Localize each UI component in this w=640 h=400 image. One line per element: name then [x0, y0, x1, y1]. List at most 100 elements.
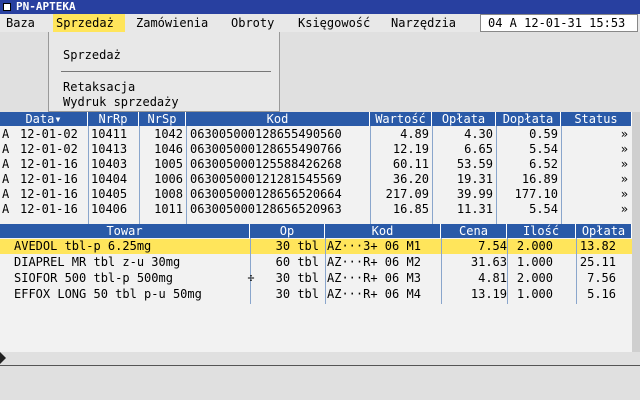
sales-cell: 177.10 — [514, 187, 558, 201]
dropdown-separator — [61, 71, 271, 72]
sales-cell[interactable]: » — [580, 187, 630, 202]
sales-header-2[interactable]: NrSp — [139, 112, 186, 126]
title-bar: PN-APTEKA — [0, 0, 640, 14]
sales-cell: 1011 — [154, 202, 183, 216]
goods-cell: AZ···R+ 06 M4 — [327, 287, 421, 301]
sales-cell: 1042 — [154, 127, 183, 141]
sales-cell: 063005000125588426268 — [190, 157, 342, 171]
sales-header-1[interactable]: NrRp — [88, 112, 139, 126]
sales-cell: A — [2, 172, 10, 186]
sales-grid-line — [186, 126, 187, 224]
dropdown-item-wydruk[interactable]: Wydruk sprzedaży — [63, 95, 179, 109]
goods-cell: 30 tbl — [275, 287, 319, 301]
goods-cell: 7.56 — [587, 271, 616, 285]
goods-cell: 13.19 — [470, 287, 507, 301]
sales-cell: 1006 — [154, 172, 183, 186]
goods-cell: EFFOX LONG 50 tbl p-u 50mg — [14, 287, 202, 301]
sales-header-3[interactable]: Kod — [186, 112, 370, 126]
goods-header-3[interactable]: Cena — [441, 224, 507, 238]
window-title: PN-APTEKA — [16, 0, 76, 13]
sales-cell: 4.30 — [464, 127, 493, 141]
goods-grid-line — [325, 238, 326, 304]
sales-cell: A — [2, 202, 10, 216]
sales-grid-line — [561, 126, 562, 224]
menu-sprzedaz[interactable]: Sprzedaż — [53, 14, 125, 32]
goods-cell — [244, 287, 258, 302]
sales-cell[interactable]: » — [580, 172, 630, 187]
sales-cell: 1005 — [154, 157, 183, 171]
vertical-scrollbar[interactable] — [632, 112, 640, 352]
sales-cell: 1008 — [154, 187, 183, 201]
sales-header-7[interactable]: Status — [561, 112, 632, 126]
sales-cell: 0.59 — [529, 127, 558, 141]
sales-grid-line — [432, 126, 433, 224]
sales-cell: 10404 — [91, 172, 128, 186]
goods-header-2[interactable]: Kod — [325, 224, 441, 238]
sales-cell[interactable]: » — [580, 127, 630, 142]
sales-cell: A — [2, 127, 10, 141]
sales-cell: 12-01-16 — [20, 187, 78, 201]
arrow-right-icon — [0, 352, 6, 364]
sales-cell: 53.59 — [456, 157, 493, 171]
goods-cell: AZ···3+ 06 M1 — [327, 239, 421, 253]
sales-header-5[interactable]: Opłata — [432, 112, 496, 126]
sales-cell: 4.89 — [400, 127, 429, 141]
menu-ksiegowosc[interactable]: Księgowość — [298, 14, 370, 32]
goods-cell: 60 tbl — [275, 255, 319, 269]
goods-cell: AVEDOL tbl-p 6.25mg — [14, 239, 152, 253]
sales-cell: 36.20 — [392, 172, 429, 186]
sales-cell: 063005000121281545569 — [190, 172, 342, 186]
goods-table: Towar Op Kod Cena Ilość Opłata AVEDOL tbl-p 6.… — [0, 224, 632, 352]
goods-cell — [244, 255, 258, 270]
sales-cell: 60.11 — [392, 157, 429, 171]
sales-header-0[interactable]: Data▾ — [0, 112, 88, 126]
goods-cell: DIAPREL MR tbl z-u 30mg — [14, 255, 181, 269]
sales-cell: 6.52 — [529, 157, 558, 171]
sales-header-4[interactable]: Wartość — [370, 112, 432, 126]
sales-cell: A — [2, 142, 10, 156]
menu-obroty[interactable]: Obroty — [231, 14, 274, 32]
sales-cell: 063005000128656520664 — [190, 187, 342, 201]
sales-cell: 5.54 — [529, 202, 558, 216]
sales-grid-line — [88, 126, 89, 224]
goods-cell: 2.000 — [516, 239, 553, 253]
goods-header-4[interactable]: Ilość — [507, 224, 576, 238]
sales-cell: 12.19 — [392, 142, 429, 156]
sales-cell: 10406 — [91, 202, 128, 216]
dropdown-item-sprzedaz[interactable]: Sprzedaż — [63, 48, 121, 62]
goods-header-0[interactable]: Towar — [0, 224, 250, 238]
goods-cell: 1.000 — [516, 287, 553, 301]
sales-cell: 063005000128655490766 — [190, 142, 342, 156]
goods-cell: AZ···R+ 06 M3 — [327, 271, 421, 285]
sales-cell: 12-01-02 — [20, 127, 78, 141]
sales-cell: 10405 — [91, 187, 128, 201]
goods-cell: AZ···R+ 06 M2 — [327, 255, 421, 269]
goods-cell: 7.54 — [478, 239, 507, 253]
sales-cell[interactable]: » — [580, 157, 630, 172]
goods-cell: 2.000 — [516, 271, 553, 285]
goods-cell: SIOFOR 500 tbl-p 500mg — [14, 271, 173, 285]
goods-cell: ÷ — [247, 271, 255, 285]
menu-narzedzia[interactable]: Narzędzia — [391, 14, 456, 32]
sales-cell[interactable]: » — [580, 202, 630, 217]
sales-cell: 10413 — [91, 142, 128, 156]
menu-zamowienia[interactable]: Zamówienia — [136, 14, 208, 32]
goods-header-5[interactable]: Opłata — [576, 224, 632, 238]
sales-cell: 217.09 — [385, 187, 429, 201]
sales-cell: 12-01-16 — [20, 202, 78, 216]
sales-cell: 12-01-16 — [20, 157, 78, 171]
goods-cell: 31.63 — [470, 255, 507, 269]
goods-cell — [244, 239, 258, 254]
goods-header-1[interactable]: Op — [250, 224, 325, 238]
dropdown-item-retaksacja[interactable]: Retaksacja — [63, 80, 135, 94]
sales-cell: 16.85 — [392, 202, 429, 216]
sales-grid-line — [496, 126, 497, 224]
goods-cell: 30 tbl — [275, 271, 319, 285]
sales-header-6[interactable]: Dopłata — [496, 112, 561, 126]
menu-baza[interactable]: Baza — [6, 14, 35, 32]
goods-cell: 13.82 — [579, 239, 616, 253]
sales-cell[interactable]: » — [580, 142, 630, 157]
goods-cell: 5.16 — [587, 287, 616, 301]
sales-cell: A — [2, 157, 10, 171]
sales-cell: 10403 — [91, 157, 128, 171]
